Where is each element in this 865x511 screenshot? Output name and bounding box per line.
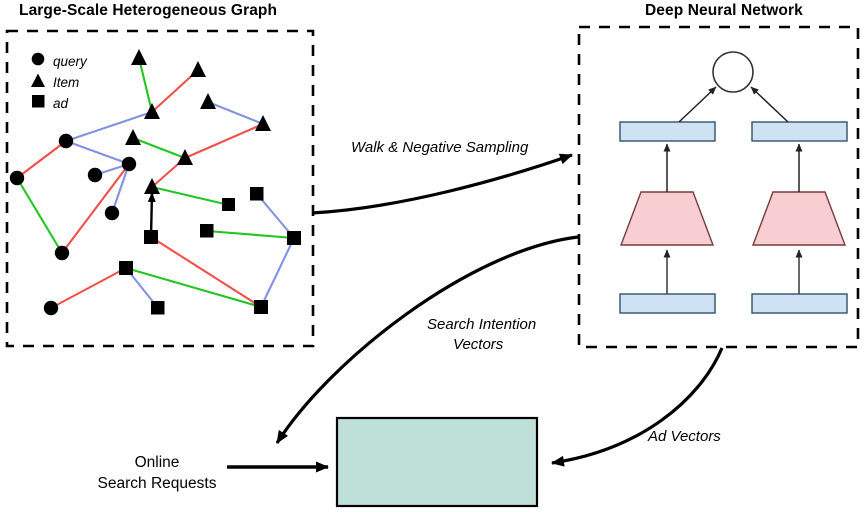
graph-node-ad bbox=[119, 261, 133, 275]
dnn-trapezoid-right bbox=[751, 191, 847, 246]
ad-vectors-arrow bbox=[551, 347, 724, 467]
graph-node-query bbox=[87, 167, 103, 183]
graph-node-ad bbox=[254, 300, 268, 314]
graph-edge bbox=[184, 123, 264, 159]
dnn-arrow-left-to-circle bbox=[678, 86, 717, 123]
graph-node-query bbox=[54, 245, 70, 261]
graph-node-query bbox=[9, 170, 25, 186]
graph-edge bbox=[132, 137, 186, 159]
graph-node-ad bbox=[287, 231, 301, 245]
graph-node-ad bbox=[144, 230, 158, 244]
graph-edge bbox=[65, 140, 130, 165]
dnn-bottom-rect-right bbox=[751, 293, 848, 314]
legend-circle-icon bbox=[31, 52, 45, 66]
graph-node-query bbox=[104, 205, 120, 221]
dnn-output-node bbox=[712, 51, 754, 93]
graph-edge bbox=[151, 185, 230, 207]
graph-node-item bbox=[255, 115, 271, 131]
graph-node-item bbox=[177, 149, 193, 165]
walk-negative-sampling-arrow bbox=[311, 153, 573, 215]
dnn-trapezoid-left bbox=[619, 191, 715, 246]
graph-node-ad bbox=[151, 301, 165, 315]
graph-node-item bbox=[200, 93, 216, 109]
graph-edge bbox=[206, 229, 295, 240]
graph-edge bbox=[150, 236, 262, 308]
graph-edge bbox=[137, 57, 154, 113]
graph-node-ad bbox=[200, 224, 214, 238]
dnn-arrow-right-to-circle bbox=[750, 86, 789, 123]
graph-node-item bbox=[131, 49, 147, 65]
graph-node-item bbox=[144, 103, 160, 119]
diagram-vector-layer bbox=[5, 25, 860, 508]
graph-node-query bbox=[121, 156, 137, 172]
legend-square-icon bbox=[32, 95, 45, 108]
graph-node-item bbox=[190, 61, 206, 77]
graph-edge bbox=[50, 267, 127, 309]
graph-node-query bbox=[43, 300, 59, 316]
graph-node-ad bbox=[222, 198, 235, 211]
graph-edge bbox=[111, 163, 130, 214]
diagram-canvas: Large-Scale Heterogeneous Graph Deep Neu… bbox=[0, 0, 865, 511]
graph-edge bbox=[16, 140, 67, 179]
graph-edge bbox=[207, 101, 264, 125]
graph-edges bbox=[16, 57, 295, 309]
search-intention-vectors-arrow bbox=[275, 235, 579, 444]
graph-node-item bbox=[125, 129, 141, 145]
legend-triangle-icon bbox=[31, 73, 45, 87]
graph-node-ad bbox=[250, 187, 264, 201]
graph-edge bbox=[65, 111, 153, 142]
ann-searching-engine-box[interactable] bbox=[335, 416, 539, 508]
dnn-internals bbox=[619, 51, 848, 314]
graph-node-query bbox=[58, 133, 74, 149]
graph-edge bbox=[125, 266, 262, 309]
dnn-top-rect-left bbox=[619, 121, 716, 142]
dnn-top-rect-right bbox=[751, 121, 848, 142]
graph-edge bbox=[16, 177, 63, 254]
graph-nodes bbox=[9, 49, 301, 316]
graph-node-item bbox=[144, 178, 160, 194]
graph-edge bbox=[260, 237, 295, 308]
dnn-bottom-rect-left bbox=[619, 293, 716, 314]
